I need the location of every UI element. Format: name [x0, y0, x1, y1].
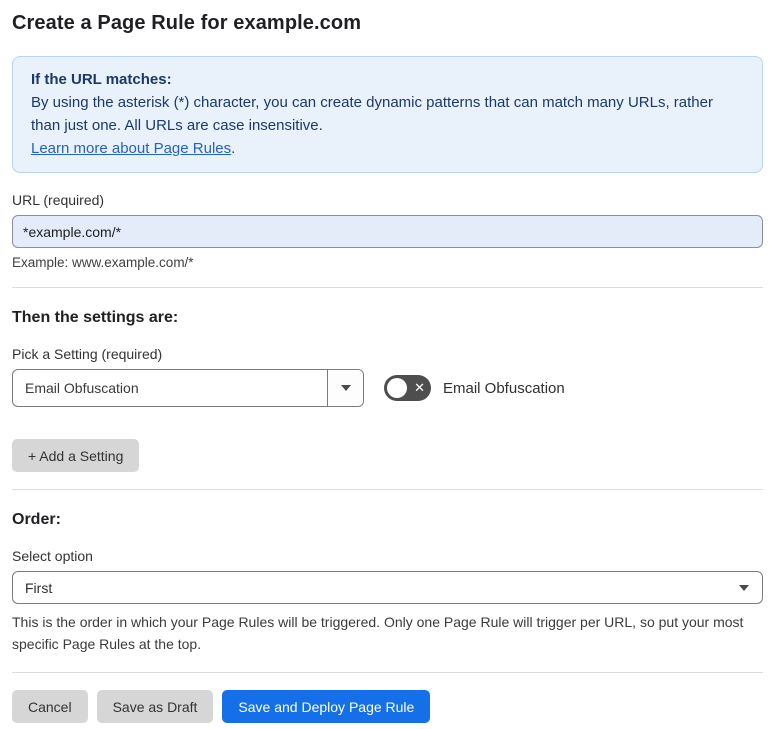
url-label: URL (required)	[12, 192, 105, 208]
footer-actions: Cancel Save as Draft Save and Deploy Pag…	[12, 690, 763, 723]
email-obfuscation-toggle[interactable]: ✕	[384, 375, 431, 401]
toggle-off-x-icon: ✕	[414, 380, 425, 396]
url-example-text: Example: www.example.com/*	[12, 255, 194, 270]
divider	[12, 287, 763, 288]
info-box-link-line: Learn more about Page Rules.	[31, 137, 744, 160]
order-select-label: Select option	[12, 548, 93, 564]
page-rule-form: Create a Page Rule for example.com If th…	[0, 12, 775, 723]
page-title: Create a Page Rule for example.com	[12, 12, 362, 34]
save-and-deploy-button[interactable]: Save and Deploy Page Rule	[222, 690, 431, 723]
cancel-button[interactable]: Cancel	[12, 690, 88, 723]
url-input[interactable]	[12, 215, 763, 248]
url-match-info-box: If the URL matches: By using the asteris…	[12, 56, 763, 173]
setting-select[interactable]: Email Obfuscation	[12, 369, 364, 407]
divider	[12, 672, 763, 673]
triangle-down-icon	[340, 385, 351, 391]
info-box-body: By using the asterisk (*) character, you…	[31, 94, 713, 134]
info-box-heading: If the URL matches:	[31, 71, 172, 88]
chevron-down-icon	[726, 584, 762, 591]
toggle-knob	[387, 378, 407, 398]
order-select[interactable]: First	[12, 571, 763, 604]
learn-more-link[interactable]: Learn more about Page Rules	[31, 140, 231, 157]
pick-setting-label: Pick a Setting (required)	[12, 346, 163, 362]
setting-select-value: Email Obfuscation	[25, 380, 139, 396]
order-help-text: This is the order in which your Page Rul…	[12, 614, 744, 652]
setting-picker-row: Email Obfuscation ✕ Email Obfuscation	[12, 369, 763, 407]
link-period: .	[231, 140, 236, 157]
order-select-value: First	[25, 579, 53, 596]
toggle-label: Email Obfuscation	[443, 379, 565, 397]
settings-section-heading: Then the settings are:	[12, 309, 179, 326]
dropdown-arrow-button[interactable]	[327, 370, 363, 406]
order-section-heading: Order:	[12, 511, 61, 528]
save-as-draft-button[interactable]: Save as Draft	[96, 690, 214, 723]
add-setting-button[interactable]: + Add a Setting	[12, 439, 140, 472]
divider	[12, 489, 763, 490]
